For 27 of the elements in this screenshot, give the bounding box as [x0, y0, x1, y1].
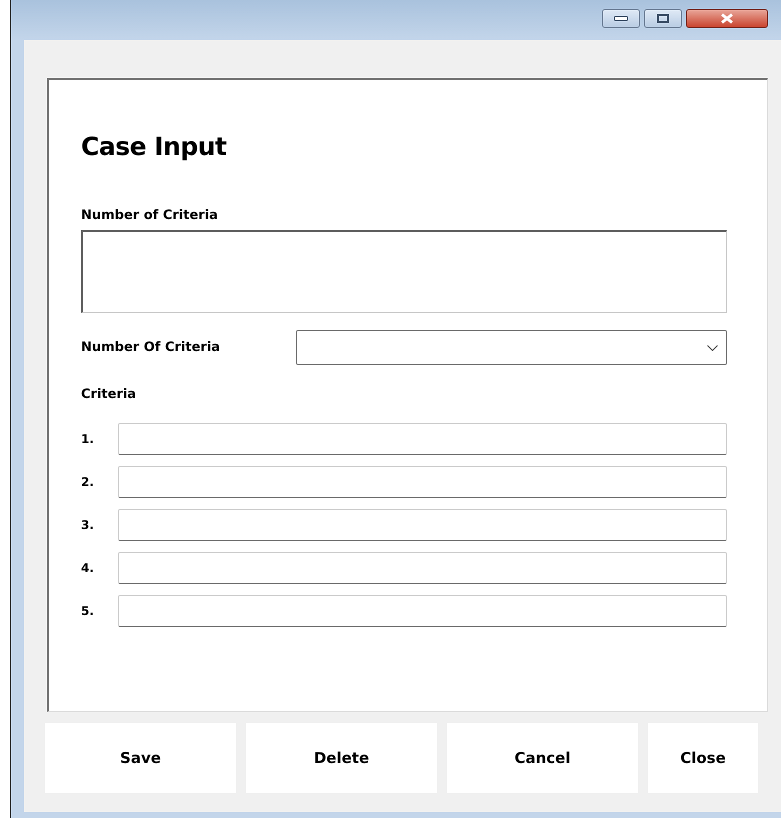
- text-area-field[interactable]: [81, 230, 727, 313]
- criterion-input-field[interactable]: [118, 423, 727, 455]
- action-button[interactable]: Save: [45, 723, 236, 793]
- row-number: 3.: [81, 518, 95, 532]
- row-number: 4.: [81, 561, 95, 575]
- close-icon: [720, 13, 734, 24]
- maximize-icon: [657, 14, 669, 23]
- action-button[interactable]: Close: [648, 723, 758, 793]
- minimize-icon: [614, 16, 628, 21]
- criterion-input-field[interactable]: [118, 552, 727, 584]
- dropdown-field[interactable]: [296, 330, 727, 365]
- field-label: Number of Criteria: [81, 208, 219, 223]
- criterion-input-field[interactable]: [118, 509, 727, 541]
- section-label: Criteria: [81, 387, 138, 402]
- criterion-input-field[interactable]: [118, 595, 727, 627]
- form-title: Case Input: [81, 132, 228, 161]
- row-number: 2.: [81, 475, 95, 489]
- close-button[interactable]: [686, 9, 768, 28]
- field-label: Number Of Criteria: [81, 340, 222, 355]
- action-button[interactable]: Cancel: [447, 723, 638, 793]
- criterion-input-field[interactable]: [118, 466, 727, 498]
- minimize-button[interactable]: [602, 9, 640, 28]
- maximize-button[interactable]: [644, 9, 682, 28]
- row-number: 5.: [81, 604, 95, 618]
- row-number: 1.: [81, 432, 95, 446]
- action-button[interactable]: Delete: [246, 723, 437, 793]
- chevron-down-icon: [707, 344, 718, 350]
